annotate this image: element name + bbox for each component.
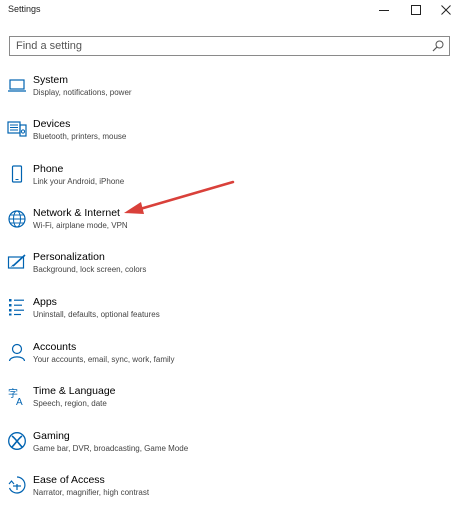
settings-item-description: Uninstall, defaults, optional features [33, 310, 160, 319]
minimize-button[interactable] [368, 0, 400, 20]
globe-icon [8, 210, 26, 228]
settings-item-label: Phone [33, 163, 64, 175]
search-input[interactable] [16, 38, 416, 54]
settings-item-devices[interactable]: Devices Bluetooth, printers, mouse [0, 118, 456, 159]
settings-item-label: Network & Internet [33, 207, 120, 219]
settings-item-accounts[interactable]: Accounts Your accounts, email, sync, wor… [0, 341, 456, 382]
search-icon[interactable] [432, 40, 444, 52]
settings-item-label: Ease of Access [33, 474, 105, 486]
settings-item-label: Time & Language [33, 385, 116, 397]
language-icon: 字 A [8, 387, 23, 406]
maximize-icon [411, 5, 421, 15]
close-button[interactable] [430, 0, 456, 20]
svg-text:A: A [16, 397, 23, 406]
settings-item-network-internet[interactable]: Network & Internet Wi-Fi, airplane mode,… [0, 207, 456, 248]
title-bar: Settings [0, 0, 456, 20]
maximize-button[interactable] [400, 0, 432, 20]
settings-item-apps[interactable]: Apps Uninstall, defaults, optional featu… [0, 296, 456, 337]
ease-of-access-icon [8, 476, 26, 494]
settings-item-time-language[interactable]: 字 A Time & Language Speech, region, date [0, 385, 456, 426]
laptop-icon [8, 79, 26, 92]
settings-item-label: Personalization [33, 251, 105, 263]
settings-item-phone[interactable]: Phone Link your Android, iPhone [0, 163, 456, 204]
apps-list-icon [9, 299, 24, 316]
settings-item-label: System [33, 74, 69, 86]
settings-item-description: Display, notifications, power [33, 88, 132, 97]
search-box[interactable] [9, 36, 450, 56]
settings-item-label: Devices [33, 118, 71, 130]
settings-item-description: Narrator, magnifier, high contrast [33, 488, 150, 497]
settings-item-ease-of-access[interactable]: Ease of Access Narrator, magnifier, high… [0, 474, 456, 515]
window-title: Settings [8, 4, 41, 14]
settings-item-system[interactable]: System Display, notifications, power [0, 74, 456, 115]
paint-screen-icon [7, 254, 26, 269]
minimize-icon [379, 10, 389, 11]
settings-item-description: Bluetooth, printers, mouse [33, 132, 127, 141]
settings-item-description: Game bar, DVR, broadcasting, Game Mode [33, 444, 189, 453]
phone-icon [11, 165, 23, 183]
settings-item-description: Your accounts, email, sync, work, family [33, 355, 175, 364]
settings-item-description: Speech, region, date [33, 399, 107, 408]
settings-item-label: Apps [33, 296, 57, 308]
close-icon [441, 5, 451, 15]
settings-item-description: Wi-Fi, airplane mode, VPN [33, 221, 128, 230]
settings-item-label: Gaming [33, 430, 70, 442]
person-icon [8, 343, 26, 362]
settings-item-label: Accounts [33, 341, 77, 353]
settings-item-description: Background, lock screen, colors [33, 265, 147, 274]
settings-item-gaming[interactable]: Gaming Game bar, DVR, broadcasting, Game… [0, 430, 456, 471]
xbox-icon [8, 432, 26, 450]
settings-item-personalization[interactable]: Personalization Background, lock screen,… [0, 251, 456, 292]
settings-item-description: Link your Android, iPhone [33, 177, 125, 186]
keyboard-speaker-icon [7, 121, 27, 137]
